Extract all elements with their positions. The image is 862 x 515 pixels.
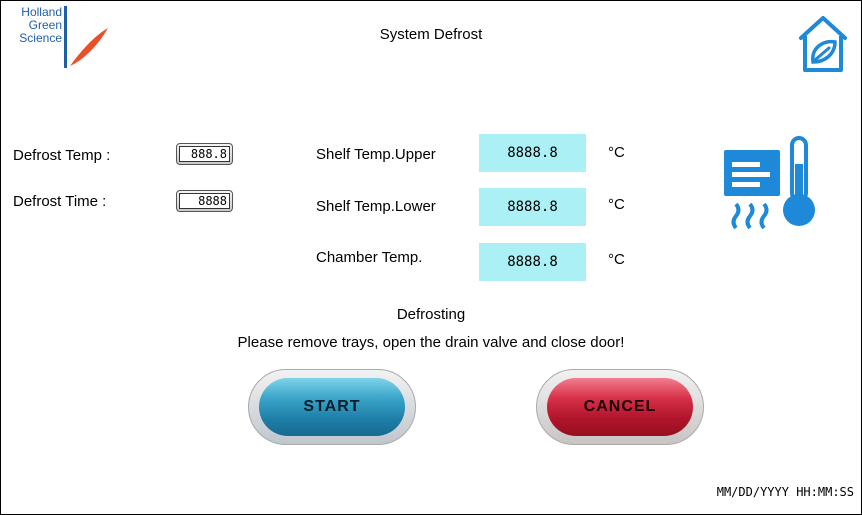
unit-label: °C	[608, 251, 625, 268]
unit-label: °C	[608, 196, 625, 213]
shelf-temp-lower-label: Shelf Temp.Lower	[316, 198, 436, 215]
home-leaf-icon[interactable]	[793, 12, 853, 74]
page-title: System Defrost	[379, 26, 483, 43]
defrost-time-label: Defrost Time :	[13, 193, 107, 210]
instruction-text: Please remove trays, open the drain valv…	[237, 334, 625, 351]
chamber-temp-readout: 8888.8	[479, 243, 586, 281]
defrost-temp-input[interactable]: 888.8	[176, 143, 233, 165]
shelf-temp-upper-readout: 8888.8	[479, 134, 586, 172]
shelf-temp-lower-readout: 8888.8	[479, 188, 586, 226]
screen-frame	[0, 0, 862, 515]
chamber-temp-label: Chamber Temp.	[316, 249, 423, 266]
start-button[interactable]: START	[248, 369, 416, 445]
start-button-label: START	[303, 398, 361, 415]
defrost-time-input[interactable]: 8888	[176, 190, 233, 212]
cancel-button-label: CANCEL	[583, 398, 657, 415]
unit-label: °C	[608, 144, 625, 161]
defrost-status: Defrosting	[396, 306, 466, 323]
defrost-time-value: 8888	[179, 193, 230, 209]
defrost-temp-label: Defrost Temp :	[13, 147, 111, 164]
shelf-temp-upper-label: Shelf Temp.Upper	[316, 146, 436, 163]
defrost-temp-value: 888.8	[179, 146, 230, 162]
datetime-display: MM/DD/YYYY HH:MM:SS	[716, 485, 854, 499]
defrost-thermometer-icon	[724, 136, 815, 230]
cancel-button[interactable]: CANCEL	[536, 369, 704, 445]
